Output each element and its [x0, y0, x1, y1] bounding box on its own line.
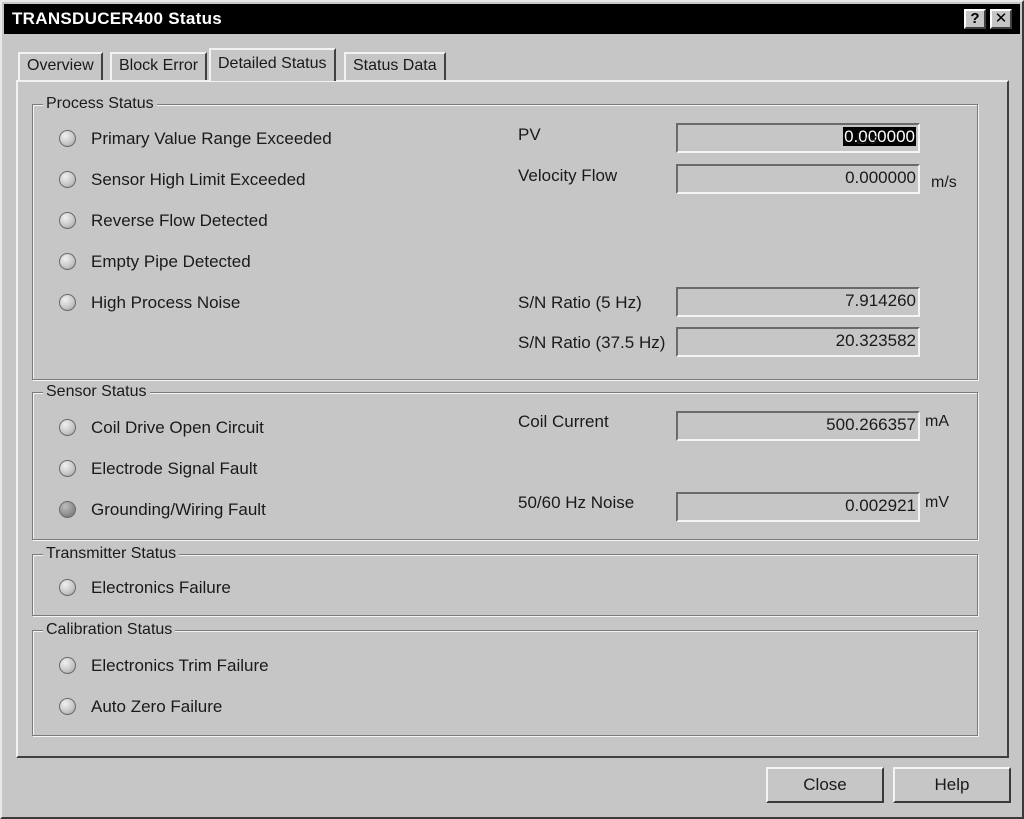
pv-value: 0.000000: [843, 127, 916, 146]
coil-current-value-field[interactable]: 500.266357: [676, 411, 920, 441]
sn-ratio-5hz-label: S/N Ratio (5 Hz): [518, 293, 642, 312]
pv-value-field[interactable]: 0.000000: [676, 123, 920, 153]
window-title: TRANSDUCER400 Status: [12, 9, 223, 28]
pv-unit: L/s: [856, 131, 878, 148]
noise-50-60hz-value-field[interactable]: 0.002921: [676, 492, 920, 522]
help-icon[interactable]: ?: [964, 9, 986, 29]
velocity-flow-value: 0.000000: [845, 168, 916, 187]
noise-50-60hz-label: 50/60 Hz Noise: [518, 493, 635, 512]
calibration-status-group: Calibration Status Electronics Trim Fail…: [32, 620, 978, 736]
velocity-flow-label: Velocity Flow: [518, 166, 618, 185]
status-led-icon: [59, 130, 76, 147]
sn-ratio-37-5hz-value-field[interactable]: 20.323582: [676, 327, 920, 357]
noise-50-60hz-value: 0.002921: [845, 496, 916, 515]
status-led-icon: [59, 419, 76, 436]
status-led-icon: [59, 253, 76, 270]
status-led-icon: [59, 171, 76, 188]
close-icon[interactable]: ✕: [990, 9, 1012, 29]
status-led-icon: [59, 501, 76, 518]
status-led-icon: [59, 657, 76, 674]
status-led-icon: [59, 212, 76, 229]
tab-detailed-status[interactable]: Detailed Status: [209, 48, 336, 81]
pv-label: PV: [518, 125, 541, 144]
coil-current-unit: mA: [925, 413, 949, 430]
sn-ratio-5hz-value-field[interactable]: 7.914260: [676, 287, 920, 317]
tab-block-error[interactable]: Block Error: [110, 52, 208, 80]
sn-ratio-5hz-value: 7.914260: [845, 291, 916, 310]
process-status-title: Process Status: [43, 94, 157, 114]
coil-current-label: Coil Current: [518, 412, 609, 431]
coil-current-value: 500.266357: [826, 415, 916, 434]
tab-panel-detailed-status: Process Status Primary Value Range Excee…: [16, 80, 1009, 758]
velocity-flow-value-field[interactable]: 0.000000: [676, 164, 920, 194]
tab-status-data[interactable]: Status Data: [344, 52, 446, 80]
status-led-icon: [59, 460, 76, 477]
calibration-status-title: Calibration Status: [43, 620, 176, 640]
help-button[interactable]: Help: [893, 767, 1011, 803]
sn-ratio-37-5hz-value: 20.323582: [835, 331, 916, 350]
noise-50-60hz-unit: mV: [925, 494, 949, 511]
velocity-flow-unit: m/s: [931, 174, 957, 191]
title-bar: TRANSDUCER400 Status ? ✕: [4, 4, 1020, 34]
status-led-icon: [59, 698, 76, 715]
status-led-icon: [59, 579, 76, 596]
sensor-status-title: Sensor Status: [43, 382, 150, 402]
transmitter-status-title: Transmitter Status: [43, 544, 180, 564]
status-dialog: TRANSDUCER400 Status ? ✕ Overview Block …: [0, 0, 1024, 819]
close-button[interactable]: Close: [766, 767, 884, 803]
sensor-status-group: Sensor Status Coil Drive Open Circuit El…: [32, 382, 978, 540]
transmitter-status-group: Transmitter Status Electronics Failure: [32, 544, 978, 616]
status-led-icon: [59, 294, 76, 311]
process-status-group: Process Status Primary Value Range Excee…: [32, 94, 978, 380]
sn-ratio-37-5hz-label: S/N Ratio (37.5 Hz): [518, 333, 666, 352]
tab-overview[interactable]: Overview: [18, 52, 103, 80]
